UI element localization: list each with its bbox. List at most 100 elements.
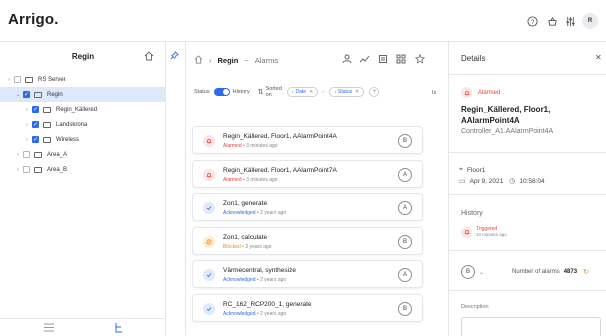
- sorted-on[interactable]: ⇅ Sorted on: [258, 86, 282, 98]
- description-field[interactable]: [461, 317, 601, 336]
- folder-icon: [34, 91, 42, 98]
- tree-checkbox[interactable]: [23, 166, 30, 173]
- priority-badge[interactable]: A: [398, 201, 412, 215]
- bell-icon: [203, 168, 215, 181]
- status-history-toggle[interactable]: [213, 88, 230, 96]
- app-logo: Arrigo.: [8, 11, 59, 28]
- grid-icon[interactable]: [396, 54, 406, 66]
- folder-icon: [43, 106, 51, 113]
- tree-item[interactable]: › ✓ Landskrona: [0, 117, 166, 132]
- tree-item[interactable]: › ✓ Wireless: [0, 132, 166, 147]
- alarm-title: RC_162_RCP200_1, generate: [223, 300, 312, 308]
- tree-checkbox[interactable]: ✓: [32, 121, 39, 128]
- add-sort-button[interactable]: +: [369, 87, 380, 97]
- settings-sliders-icon[interactable]: [564, 15, 577, 28]
- user-avatar[interactable]: R: [582, 13, 598, 29]
- description-title: Description: [461, 304, 489, 310]
- svg-text:?: ?: [531, 19, 535, 26]
- bell-icon: [461, 226, 472, 238]
- chevron-down-icon[interactable]: ⌄: [15, 92, 21, 98]
- clock-icon: ◷: [509, 178, 516, 185]
- tree-item-label: Area_A: [47, 151, 68, 158]
- alarm-time: 2 years ago: [260, 310, 287, 317]
- filter-bar: Status History ⇅ Sorted on ↓ Date ✕ › ↓ …: [186, 78, 448, 106]
- alarm-title: Zon1, calculate: [223, 233, 268, 241]
- folder-icon: [43, 136, 51, 143]
- tree-item[interactable]: ⌄ ✓ Regin: [0, 87, 166, 102]
- help-icon[interactable]: ?: [526, 15, 539, 28]
- priority-badge[interactable]: B: [398, 234, 412, 249]
- alarm-status: Alarmed: [223, 176, 242, 183]
- basket-icon[interactable]: [546, 15, 559, 28]
- alarm-card[interactable]: Regin_Källered, Floor1, AAlarmPoint4A Ala…: [192, 126, 423, 154]
- alarm-status: Acknowledged: [223, 310, 256, 317]
- alarm-count-label: Number of alarms: [512, 269, 560, 275]
- home-icon[interactable]: [144, 51, 154, 61]
- check-icon: [203, 269, 215, 281]
- details-floor: Floor1: [466, 166, 486, 174]
- priority-badge[interactable]: A: [398, 268, 412, 282]
- priority-badge[interactable]: A: [398, 167, 412, 182]
- tree-item[interactable]: › Area_A: [0, 147, 166, 162]
- tree-item[interactable]: › Area_B: [0, 162, 166, 177]
- alarm-title: Värmecentral, synthesize: [223, 267, 296, 274]
- tree-checkbox[interactable]: [23, 151, 30, 158]
- star-icon[interactable]: [414, 53, 426, 66]
- close-icon[interactable]: ✕: [309, 89, 313, 95]
- priority-badge[interactable]: B: [398, 134, 412, 148]
- alarm-card[interactable]: Värmecentral, synthesize Acknowledged • 2…: [192, 260, 423, 288]
- alarm-time: 3 minutes ago: [246, 176, 278, 183]
- chevron-right-icon[interactable]: ›: [24, 137, 30, 143]
- priority-badge[interactable]: B: [461, 265, 475, 279]
- user-filter-icon[interactable]: [342, 54, 352, 66]
- tree-item-label: Area_B: [47, 166, 68, 173]
- bell-icon: [203, 135, 215, 147]
- alarm-card[interactable]: Regin_Källered, Floor1, AAlarmPoint7A Ala…: [192, 159, 423, 188]
- list-view-icon[interactable]: [44, 323, 54, 334]
- chevron-right-icon[interactable]: ›: [6, 77, 12, 83]
- alarm-meta: Alarmed • 3 minutes ago: [223, 143, 278, 149]
- alarm-card[interactable]: Zon1, generate Acknowledged • 2 years ago…: [192, 193, 423, 221]
- sort-chip-status[interactable]: ↓ Status ✕: [329, 87, 365, 97]
- trend-icon[interactable]: [359, 54, 370, 66]
- breadcrumb-home-icon[interactable]: [194, 55, 203, 66]
- divider: [449, 152, 606, 153]
- details-alarm-name: Regin_Källered, Floor1, AAlarmPoint4A: [461, 105, 551, 125]
- tree-item[interactable]: › ✓ Regin_Källered: [0, 102, 166, 117]
- chevron-right-icon[interactable]: ›: [24, 122, 30, 128]
- alarm-card[interactable]: RC_162_RCP200_1, generate Acknowledged • …: [192, 293, 423, 322]
- chevron-down-icon[interactable]: ⌄: [479, 269, 484, 276]
- tree-item-label: Landskrona: [56, 121, 88, 128]
- sort-chip-date-label: Date: [295, 89, 307, 95]
- tree-item-label: Regin: [47, 91, 63, 98]
- tree-checkbox[interactable]: ✓: [32, 136, 39, 143]
- alarm-time: 2 years ago: [260, 277, 287, 283]
- tree-checkbox[interactable]: ✓: [32, 106, 39, 113]
- chevron-right-icon[interactable]: ›: [15, 167, 21, 173]
- details-date: Apr 9, 2021: [469, 177, 504, 185]
- chevron-right-icon[interactable]: ›: [15, 152, 21, 158]
- alarm-time: 2 years ago: [260, 210, 287, 216]
- refresh-icon[interactable]: ↻: [583, 268, 589, 276]
- tree-checkbox[interactable]: ✓: [23, 91, 30, 98]
- priority-badge[interactable]: B: [398, 301, 412, 316]
- chevron-right-icon[interactable]: ›: [24, 107, 30, 113]
- sort-chip-date[interactable]: ↓ Date ✕: [286, 87, 319, 97]
- document-icon[interactable]: [378, 54, 388, 66]
- alarm-meta: Acknowledged • 2 years ago: [223, 277, 286, 283]
- tree-checkbox[interactable]: [14, 76, 21, 83]
- divider: [449, 74, 606, 75]
- history-time: 10 minutes ago: [476, 232, 507, 237]
- tree-view-icon[interactable]: [114, 323, 123, 335]
- location-pin-icon: ⌖: [459, 166, 463, 173]
- history-item[interactable]: Triggered 10 minutes ago: [461, 226, 507, 238]
- alarm-card[interactable]: Zon1, calculate Blocked • 2 years ago B: [192, 226, 423, 255]
- close-details-button[interactable]: ✕: [595, 53, 602, 62]
- breadcrumb: › Regin ~ Alarms: [194, 55, 284, 66]
- tree-item[interactable]: › RS Server: [0, 72, 166, 87]
- pin-icon[interactable]: [170, 51, 179, 62]
- breadcrumb-root[interactable]: Regin: [218, 56, 239, 65]
- divider: [449, 290, 606, 291]
- alarm-meta: Acknowledged • 2 years ago: [223, 311, 286, 317]
- close-icon[interactable]: ✕: [355, 89, 359, 95]
